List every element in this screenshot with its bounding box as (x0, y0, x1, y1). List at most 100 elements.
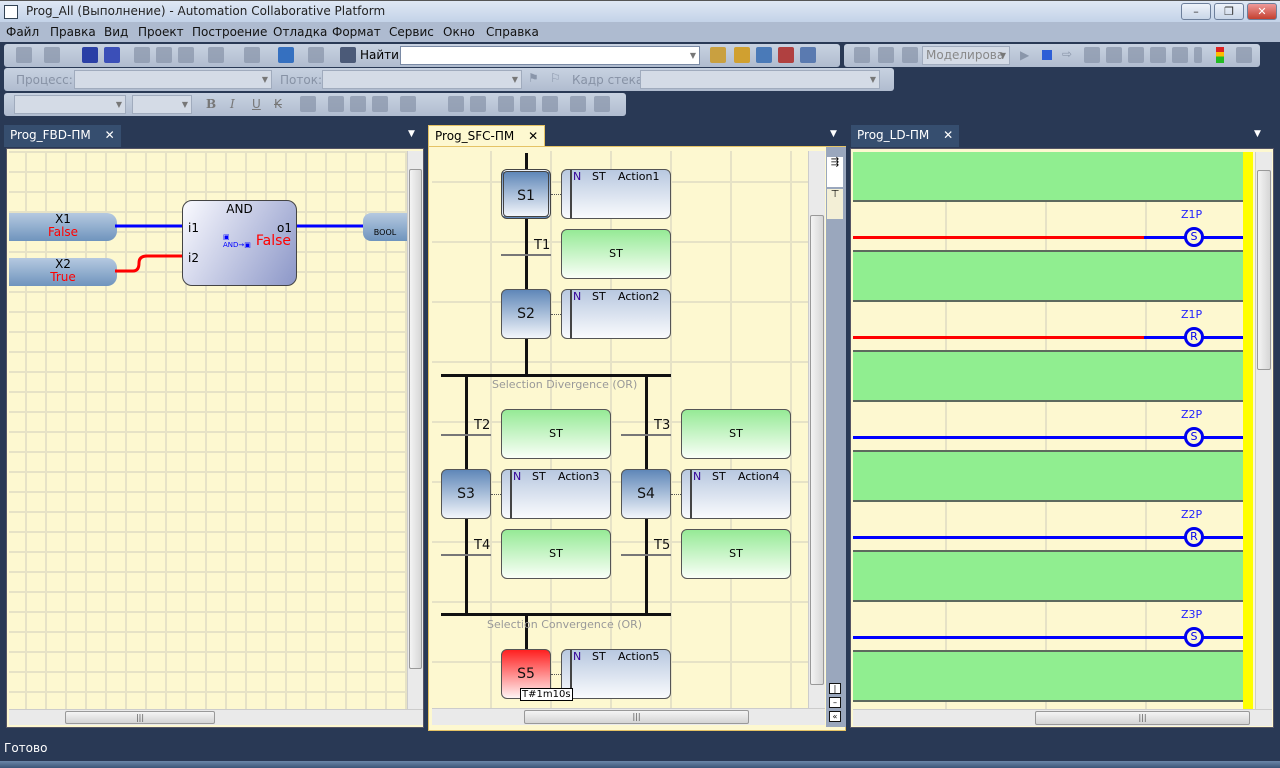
step-out-icon[interactable] (1106, 47, 1122, 63)
transition-condition-t4[interactable]: ST (501, 529, 611, 579)
build-icon[interactable] (854, 47, 870, 63)
vertical-scrollbar[interactable] (808, 151, 825, 708)
underline-button[interactable]: U (252, 97, 261, 111)
strikethrough-button[interactable]: K (274, 97, 282, 111)
insert-icon[interactable]: ⊤ (827, 189, 843, 219)
restore-button[interactable]: ❐ (1214, 3, 1244, 20)
settings-gear-icon[interactable] (1236, 47, 1252, 63)
options-icon[interactable] (800, 47, 816, 63)
scroll-thumb[interactable] (409, 169, 422, 669)
action-block-action1[interactable]: N ST Action1 (561, 169, 671, 219)
clean-icon[interactable] (902, 47, 918, 63)
save-all-icon[interactable] (104, 47, 120, 63)
action-block-action4[interactable]: N ST Action4 (681, 469, 791, 519)
ld-comment-rung[interactable] (853, 152, 1243, 202)
font-select[interactable]: ▼ (14, 95, 126, 114)
menu-service[interactable]: Сервис (389, 25, 434, 39)
flag-clear-icon[interactable]: ⚐ (550, 71, 561, 85)
cut-icon[interactable] (134, 47, 150, 63)
find-icon[interactable] (340, 47, 356, 63)
set-coil-icon[interactable]: S (1184, 627, 1204, 647)
close-tab-icon[interactable]: ✕ (105, 128, 115, 142)
tab-prog-fbd[interactable]: Prog_FBD-ПМ ✕ (4, 125, 121, 147)
ld-rung[interactable]: Z1P S (853, 202, 1243, 252)
search-icon[interactable] (756, 47, 772, 63)
set-coil-icon[interactable]: S (1184, 427, 1204, 447)
align-right-icon[interactable] (372, 96, 388, 112)
font-size-select[interactable]: ▼ (132, 95, 192, 114)
ld-comment-rung[interactable] (853, 252, 1243, 302)
ld-rung[interactable]: Z3P (853, 702, 1243, 709)
scroll-thumb[interactable] (1257, 170, 1271, 370)
step-s2[interactable]: S2 (501, 289, 551, 339)
run-icon[interactable]: ▶ (1020, 48, 1029, 62)
ld-rung[interactable]: Z2P S (853, 402, 1243, 452)
thread-select[interactable]: ▼ (322, 70, 522, 89)
vertical-scrollbar[interactable] (407, 151, 423, 709)
process-select[interactable]: ▼ (74, 70, 272, 89)
new-icon[interactable] (16, 47, 32, 63)
redo-icon[interactable] (244, 47, 260, 63)
menu-edit[interactable]: Правка (50, 25, 96, 39)
transition-condition-t3[interactable]: ST (681, 409, 791, 459)
scroll-thumb[interactable]: ||| (1035, 711, 1250, 725)
menu-debug[interactable]: Отладка (273, 25, 327, 39)
find-input[interactable]: ▼ (400, 46, 700, 65)
menu-help[interactable]: Справка (486, 25, 539, 39)
scroll-thumb[interactable]: ||| (524, 710, 749, 724)
align-left-icon[interactable] (328, 96, 344, 112)
list-icon[interactable] (400, 96, 416, 112)
horizontal-scrollbar[interactable]: ||| (9, 709, 423, 725)
align-blocks-icon[interactable] (498, 96, 514, 112)
add-icon[interactable] (44, 47, 60, 63)
horizontal-scrollbar[interactable]: ||| (853, 709, 1272, 726)
connect-icon[interactable] (1128, 47, 1144, 63)
transition-condition-t2[interactable]: ST (501, 409, 611, 459)
step-s1[interactable]: S1 (501, 169, 551, 219)
scroll-thumb[interactable]: ||| (65, 711, 215, 724)
tools-icon[interactable] (778, 47, 794, 63)
menu-build[interactable]: Построение (192, 25, 267, 39)
align-center-icon[interactable] (350, 96, 366, 112)
ld-rung[interactable]: Z2P R (853, 502, 1243, 552)
select-all-icon[interactable] (570, 96, 586, 112)
menu-file[interactable]: Файл (6, 25, 39, 39)
reset-coil-icon[interactable]: R (1184, 327, 1204, 347)
horizontal-scrollbar[interactable]: ||| (432, 708, 825, 725)
line-icon[interactable] (448, 96, 464, 112)
ld-comment-rung[interactable] (853, 652, 1243, 702)
scroll-thumb[interactable] (810, 215, 824, 685)
set-coil-icon[interactable]: S (1184, 227, 1204, 247)
reset-coil-icon[interactable]: R (1184, 527, 1204, 547)
step-into-icon[interactable] (1084, 47, 1100, 63)
undo-icon[interactable] (208, 47, 224, 63)
properties-icon[interactable] (734, 47, 750, 63)
bold-button[interactable]: B (206, 97, 216, 111)
collapse-icon[interactable]: « (829, 711, 841, 722)
distribute-icon[interactable] (520, 96, 536, 112)
tab-menu-chevron-icon[interactable]: ▼ (408, 129, 415, 139)
comment-icon[interactable] (470, 96, 486, 112)
menu-project[interactable]: Проект (138, 25, 184, 39)
chevron-down-icon[interactable]: ▼ (690, 47, 696, 64)
spacing-icon[interactable] (542, 96, 558, 112)
flag-icon[interactable]: ⚑ (528, 71, 539, 85)
minus-icon[interactable]: – (829, 697, 841, 708)
download-icon[interactable] (1172, 47, 1188, 63)
step-s3[interactable]: S3 (441, 469, 491, 519)
tab-prog-sfc[interactable]: Prog_SFC-ПМ ✕ (428, 125, 546, 147)
controller-icon[interactable] (1194, 47, 1202, 63)
disconnect-icon[interactable] (1150, 47, 1166, 63)
sfc-canvas[interactable]: Selection Divergence (OR) Selection Conve… (432, 151, 808, 708)
mode-select[interactable]: Моделирова ▼ (922, 46, 1010, 65)
tab-menu-chevron-icon[interactable]: ▼ (1254, 129, 1261, 139)
navigate-forward-icon[interactable] (308, 47, 324, 63)
and-block[interactable]: AND i1 i2 o1 ▣ AND→▣ False (182, 200, 297, 286)
minimize-button[interactable]: – (1181, 3, 1211, 20)
ld-comment-rung[interactable] (853, 452, 1243, 502)
step-icon[interactable]: ⇨ (1062, 47, 1072, 61)
action-block-action3[interactable]: N ST Action3 (501, 469, 611, 519)
transition-condition-t1[interactable]: ST (561, 229, 671, 279)
parallel-icon[interactable]: | (829, 683, 841, 694)
ld-rung[interactable]: Z3P S (853, 602, 1243, 652)
